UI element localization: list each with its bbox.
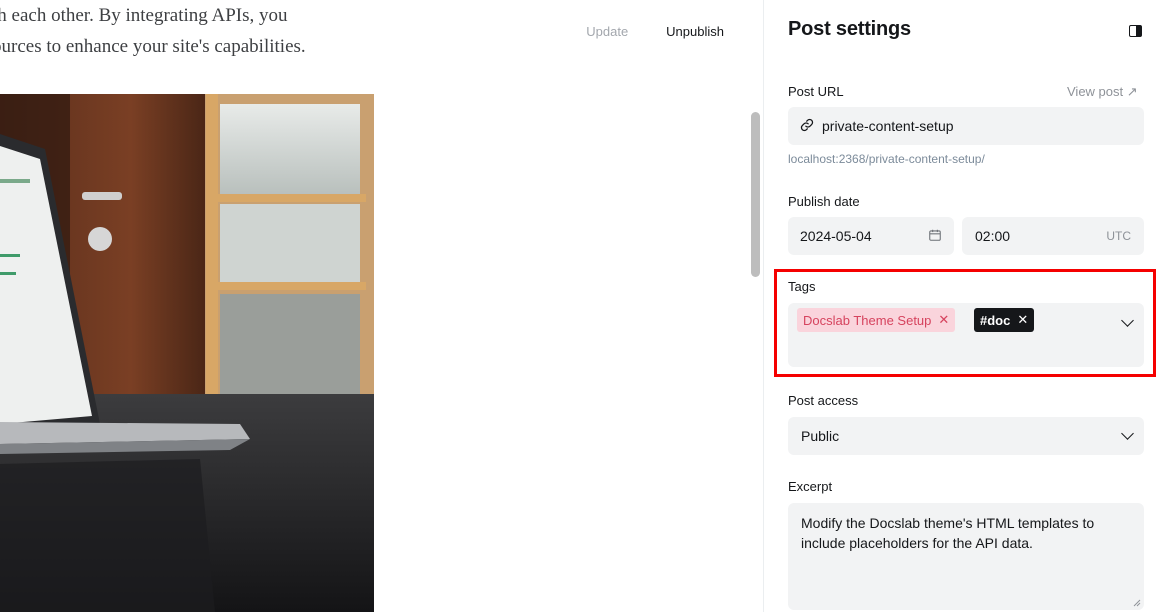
editor-scrollbar[interactable] (748, 0, 762, 612)
feature-image[interactable] (0, 94, 374, 612)
panel-title: Post settings (788, 18, 911, 40)
post-access-value: Public (801, 428, 840, 444)
laptop-photo-image (0, 94, 374, 612)
link-icon (800, 118, 814, 135)
unpublish-button[interactable]: Unpublish (666, 24, 724, 39)
post-body-text[interactable]: th each other. By integrating APIs, you … (0, 0, 380, 62)
post-access-label: Post access (788, 393, 859, 408)
timezone-label: UTC (1106, 229, 1131, 243)
excerpt-label: Excerpt (788, 479, 833, 494)
publish-date-input[interactable]: 2024-05-04 (788, 217, 954, 255)
calendar-icon[interactable] (928, 228, 942, 245)
post-url-value: private-content-setup (822, 118, 954, 134)
tags-highlight-box (774, 269, 1156, 377)
excerpt-textarea[interactable]: Modify the Docslab theme's HTML template… (788, 503, 1144, 610)
publish-time-input[interactable]: 02:00 UTC (962, 217, 1144, 255)
publish-date-label: Publish date (788, 194, 860, 209)
body-line-1: th each other. By integrating APIs, you (0, 5, 288, 26)
sidebar-toggle-icon[interactable] (1129, 25, 1142, 37)
view-post-link[interactable]: View post ↗ (1067, 84, 1138, 100)
post-access-select[interactable]: Public (788, 417, 1144, 455)
body-line-2: ources to enhance your site's capabiliti… (0, 36, 306, 57)
chevron-down-icon (1121, 427, 1134, 440)
editor-scrollbar-thumb[interactable] (751, 112, 760, 277)
resize-handle-icon[interactable] (1133, 599, 1141, 607)
post-url-label: Post URL (788, 84, 844, 99)
publish-date-value: 2024-05-04 (800, 228, 872, 244)
excerpt-value: Modify the Docslab theme's HTML template… (801, 515, 1095, 551)
post-editor: th each other. By integrating APIs, you … (0, 0, 764, 612)
post-url-hint: localhost:2368/private-content-setup/ (788, 152, 985, 166)
post-url-input[interactable]: private-content-setup (788, 107, 1144, 145)
publish-time-value: 02:00 (975, 228, 1011, 244)
update-button[interactable]: Update (586, 24, 628, 39)
